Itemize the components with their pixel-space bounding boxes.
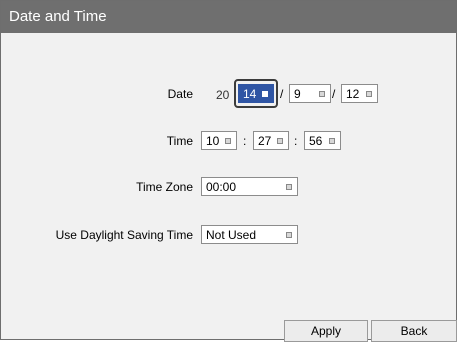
spin-indicator-icon xyxy=(286,184,292,190)
spin-indicator-icon xyxy=(366,91,372,97)
apply-button[interactable]: Apply xyxy=(284,320,368,342)
time-minute-field[interactable]: 27 xyxy=(253,131,289,150)
timezone-value: 00:00 xyxy=(206,180,237,194)
spin-indicator-icon xyxy=(319,91,325,97)
date-separator: / xyxy=(332,87,336,101)
time-hour-field[interactable]: 10 xyxy=(201,131,237,150)
date-time-window: Date and Time Date 20 14 / 9 / 12 Time 1… xyxy=(0,0,457,342)
date-day-field[interactable]: 12 xyxy=(341,84,378,103)
dst-label: Use Daylight Saving Time xyxy=(55,228,193,242)
timezone-field[interactable]: 00:00 xyxy=(201,177,298,196)
date-month-value: 9 xyxy=(294,87,301,101)
date-year-field[interactable]: 14 xyxy=(238,84,274,103)
time-label: Time xyxy=(166,134,193,148)
dst-field[interactable]: Not Used xyxy=(201,225,298,244)
title-bar: Date and Time xyxy=(1,1,456,33)
dst-value: Not Used xyxy=(206,228,257,242)
time-hour-value: 10 xyxy=(206,134,220,148)
spin-indicator-icon xyxy=(277,138,283,144)
date-month-field[interactable]: 9 xyxy=(289,84,331,103)
spin-indicator-icon xyxy=(329,138,335,144)
time-separator: : xyxy=(294,134,298,148)
time-separator: : xyxy=(243,134,247,148)
spin-indicator-icon xyxy=(262,91,268,97)
spin-indicator-icon xyxy=(225,138,231,144)
time-second-value: 56 xyxy=(309,134,323,148)
back-button[interactable]: Back xyxy=(371,320,457,342)
date-year-value: 14 xyxy=(243,87,257,101)
spin-indicator-icon xyxy=(286,232,292,238)
date-label: Date xyxy=(167,87,193,101)
date-century: 20 xyxy=(216,88,230,102)
timezone-label: Time Zone xyxy=(136,180,193,194)
date-separator: / xyxy=(280,87,284,101)
time-second-field[interactable]: 56 xyxy=(304,131,341,150)
date-day-value: 12 xyxy=(346,87,360,101)
window-title: Date and Time xyxy=(9,8,107,25)
time-minute-value: 27 xyxy=(258,134,272,148)
